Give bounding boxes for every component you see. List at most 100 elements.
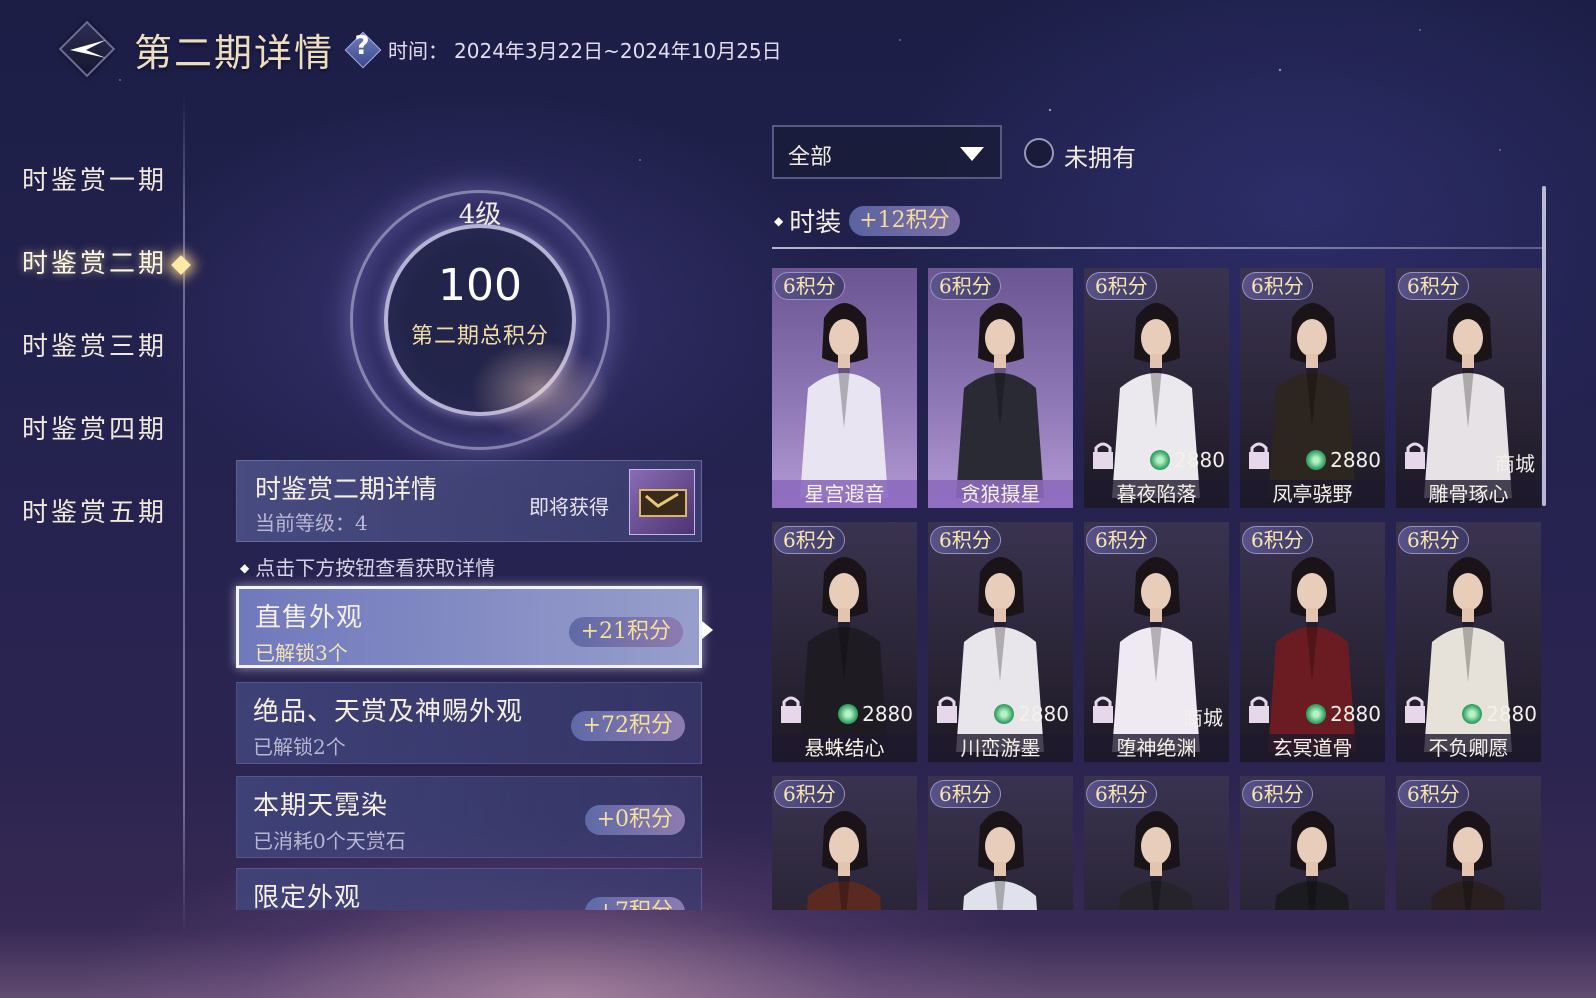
shop-source: 商城 [1495, 452, 1535, 476]
price-value: 2880 [1486, 702, 1537, 726]
outfit-name: 贪狼摄星 [928, 480, 1073, 508]
sidebar-item-label: 时鉴赏二期 [22, 249, 168, 279]
jade-coin-icon [838, 704, 859, 724]
unowned-label[interactable]: 未拥有 [1064, 138, 1136, 173]
type-filter-dropdown[interactable]: 全部 [772, 125, 1002, 179]
outfit-name: 星宫遐音 [772, 480, 917, 508]
category-points: +7积分 [584, 897, 685, 910]
lock-icon [1404, 694, 1426, 724]
outfit-name: 悬蛛结心 [772, 734, 917, 762]
time-range: 2024年3月22日~2024年10月25日 [454, 38, 782, 63]
section-header: ◆ 时装 +12积分 [774, 202, 960, 239]
lock-icon [1092, 440, 1114, 470]
sidebar-item-period-4[interactable]: 时鉴赏四期 [0, 389, 190, 472]
page-title: 第二期详情 [134, 30, 335, 75]
chevron-down-icon [960, 147, 984, 161]
outfit-name: 不负卿愿 [1396, 734, 1541, 762]
category-points: +21积分 [568, 617, 683, 647]
outfit-points: 6积分 [774, 272, 845, 300]
reward-chest-icon [639, 489, 687, 517]
outfit-card[interactable]: 6积分 [1084, 776, 1229, 910]
sidebar-item-label: 时鉴赏三期 [22, 332, 168, 362]
outfit-card[interactable]: 6积分 2880 凤亭骁野 [1240, 268, 1385, 508]
outfit-name: 雕骨琢心 [1396, 480, 1541, 508]
outfit-card[interactable]: 6积分 [928, 776, 1073, 910]
outfit-card[interactable]: 6积分 [772, 776, 917, 910]
character-portrait [1118, 811, 1194, 910]
outfit-name: 堕神绝渊 [1084, 734, 1229, 762]
outfit-card[interactable]: 6积分 2880 不负卿愿 [1396, 522, 1541, 762]
category-title: 本期天霓染 [253, 791, 389, 821]
outfit-name: 暮夜陷落 [1084, 480, 1229, 508]
section-divider [772, 247, 1542, 249]
outfit-card[interactable]: 6积分 [1396, 776, 1541, 910]
current-level: 当前等级：4 [255, 511, 368, 535]
outfit-name: 川峦游墨 [928, 734, 1073, 762]
outfit-card[interactable]: 6积分 2880 玄冥道骨 [1240, 522, 1385, 762]
outfit-card[interactable]: 6积分 2880 悬蛛结心 [772, 522, 917, 762]
period-detail-card[interactable]: 时鉴赏二期详情 当前等级：4 即将获得 [236, 460, 702, 542]
outfit-points: 6积分 [1398, 780, 1469, 808]
help-icon[interactable]: ? [342, 29, 382, 69]
outfit-points: 6积分 [1242, 272, 1313, 300]
total-score: 100 [438, 260, 522, 311]
category-limited[interactable]: 限定外观 +7积分 [236, 868, 702, 910]
category-dye[interactable]: 本期天霓染 已消耗0个天赏石 +0积分 [236, 776, 702, 858]
outfit-card[interactable]: 6积分星宫遐音 [772, 268, 917, 508]
outfit-card[interactable]: 6积分 2880 川峦游墨 [928, 522, 1073, 762]
hint-label: 点击下方按钮查看获取详情 [255, 556, 496, 580]
back-arrow-icon [70, 40, 106, 58]
outfit-points: 6积分 [774, 780, 845, 808]
sidebar-item-label: 时鉴赏五期 [22, 498, 168, 528]
outfit-price: 2880 [1306, 702, 1381, 726]
character-portrait [962, 811, 1038, 910]
category-sub: 已解锁3个 [255, 641, 348, 665]
lock-icon [1404, 440, 1426, 470]
outfit-card[interactable]: 6积分 [1240, 776, 1385, 910]
jade-coin-icon [1306, 450, 1327, 470]
outfit-points: 6积分 [930, 272, 1001, 300]
outfit-price: 2880 [838, 702, 913, 726]
price-value: 2880 [1330, 448, 1381, 472]
lock-icon [780, 694, 802, 724]
outfit-price: 2880 [1150, 448, 1225, 472]
jade-coin-icon [1462, 704, 1483, 724]
outfit-card[interactable]: 6积分 商城 雕骨琢心 [1396, 268, 1541, 508]
outfit-price: 2880 [1462, 702, 1537, 726]
back-button[interactable] [56, 18, 118, 80]
price-value: 2880 [1018, 702, 1069, 726]
character-portrait [806, 811, 882, 910]
outfit-points: 6积分 [1086, 272, 1157, 300]
outfit-card[interactable]: 6积分商城堕神绝渊 [1084, 522, 1229, 762]
category-premium[interactable]: 绝品、天赏及神赐外观 已解锁2个 +72积分 [236, 682, 702, 764]
lock-icon [936, 694, 958, 724]
sidebar: 时鉴赏一期 时鉴赏二期 时鉴赏三期 时鉴赏四期 时鉴赏五期 [0, 140, 191, 555]
time-label: 时间： [388, 38, 449, 63]
sidebar-item-period-2[interactable]: 时鉴赏二期 [0, 223, 191, 306]
shop-source: 商城 [1183, 706, 1223, 730]
score-caption: 第二期总积分 [410, 324, 549, 349]
category-title: 限定外观 [253, 883, 362, 910]
next-reward-item[interactable] [629, 469, 695, 535]
outfit-points: 6积分 [930, 526, 1001, 554]
category-direct-sale[interactable]: 直售外观 已解锁3个 +21积分 [236, 586, 713, 668]
outfit-points: 6积分 [1086, 780, 1157, 808]
outfit-card[interactable]: 6积分贪狼摄星 [928, 268, 1073, 508]
lock-icon [1248, 440, 1270, 470]
unowned-radio[interactable] [1024, 138, 1054, 168]
sidebar-item-period-5[interactable]: 时鉴赏五期 [0, 472, 190, 555]
jade-coin-icon [994, 704, 1015, 724]
outfit-points: 6积分 [1086, 526, 1157, 554]
soon-label: 即将获得 [529, 495, 609, 519]
category-points: +0积分 [584, 805, 685, 835]
sidebar-item-period-1[interactable]: 时鉴赏一期 [0, 140, 190, 223]
character-portrait [1274, 811, 1350, 910]
outfit-name: 凤亭骁野 [1240, 480, 1385, 508]
bottom-glow [0, 930, 1596, 998]
outfit-card[interactable]: 6积分 2880 暮夜陷落 [1084, 268, 1229, 508]
outfit-price: 2880 [1306, 448, 1381, 472]
sidebar-item-period-3[interactable]: 时鉴赏三期 [0, 306, 190, 389]
price-value: 2880 [1330, 702, 1381, 726]
hint-text: ◆ 点击下方按钮查看获取详情 [240, 556, 496, 580]
character-portrait [956, 303, 1044, 498]
